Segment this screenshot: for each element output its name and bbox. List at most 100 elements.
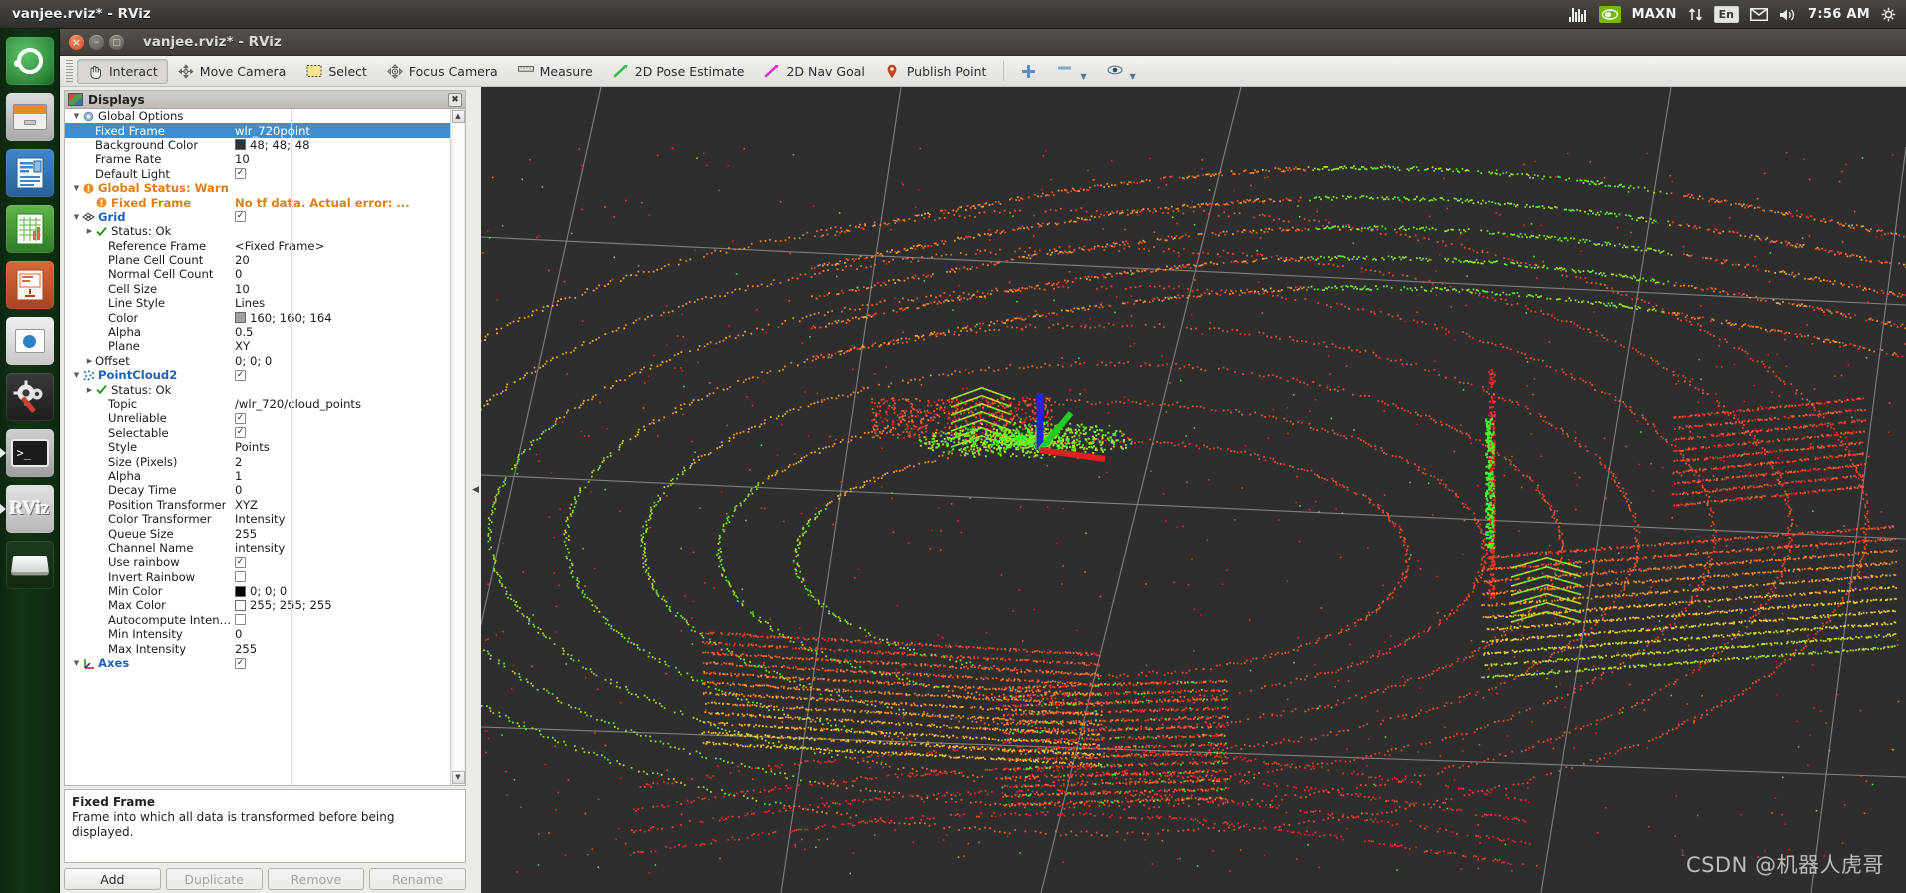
tree-row[interactable]: Frame Rate 10 (65, 152, 450, 166)
chevron-right-icon[interactable] (84, 386, 95, 394)
toolbar-drag-handle[interactable] (66, 60, 73, 82)
tree-row[interactable]: Background Color 48; 48; 48 (65, 138, 450, 152)
color-swatch[interactable] (235, 312, 246, 324)
nvidia-icon[interactable] (1598, 6, 1621, 23)
checkbox[interactable]: ✓ (235, 412, 246, 424)
tree-row-value[interactable]: 255 (235, 642, 450, 656)
checkbox[interactable]: ✓ (235, 657, 246, 669)
chevron-down-icon[interactable] (71, 213, 82, 221)
tool-measure-button[interactable]: Measure (508, 59, 603, 84)
tree-row[interactable]: Selectable ✓ (65, 426, 450, 440)
tree-row[interactable]: Topic/wlr_720/cloud_points (65, 397, 450, 411)
tree-row-value[interactable] (235, 614, 450, 626)
tool-focus-camera-button[interactable]: Focus Camera (377, 59, 508, 84)
tree-row[interactable]: Status: Ok (65, 224, 450, 238)
tree-row-value[interactable]: wlr_720point (235, 124, 450, 138)
checkbox[interactable] (235, 571, 246, 583)
tree-row[interactable]: Default Light ✓ (65, 167, 450, 181)
color-swatch[interactable] (235, 585, 246, 597)
checkbox[interactable]: ✓ (235, 556, 246, 568)
tree-row-value[interactable]: XY (235, 339, 450, 353)
chevron-down-icon[interactable] (71, 659, 82, 667)
tree-row-value[interactable]: ✓ (235, 657, 450, 669)
add-tool-button[interactable] (1011, 59, 1047, 84)
window-maximize-button[interactable] (109, 34, 124, 50)
checkbox[interactable]: ✓ (235, 211, 246, 223)
maxn-indicator[interactable]: MAXN (1632, 7, 1677, 22)
tree-row-value[interactable]: ✓ (235, 211, 450, 223)
libreoffice-writer-icon[interactable] (5, 149, 54, 197)
tree-row-value[interactable]: 0 (235, 483, 450, 497)
collapse-left-arrow-icon[interactable]: ◀ (472, 485, 479, 495)
chevron-down-icon[interactable] (71, 112, 82, 120)
tree-row[interactable]: Fixed Frame wlr_720point (65, 123, 450, 138)
tree-row[interactable]: Grid ✓ (65, 210, 450, 224)
chevron-down-icon[interactable]: ▼ (1080, 72, 1086, 83)
tree-row[interactable]: Plane XY (65, 339, 450, 353)
window-close-button[interactable] (69, 34, 84, 50)
rviz-icon[interactable]: RViz (0, 485, 54, 533)
tree-row-value[interactable]: <Fixed Frame> (235, 239, 450, 253)
window-minimize-button[interactable] (89, 34, 104, 50)
tree-row[interactable]: Min Color 0; 0; 0 (65, 584, 450, 598)
tree-row[interactable]: Axes ✓ (65, 656, 450, 670)
tree-row-value[interactable] (235, 571, 450, 583)
tool-properties-button[interactable]: ▼ (1097, 59, 1146, 84)
tree-row[interactable]: Queue Size 255 (65, 526, 450, 541)
volume-icon[interactable] (1779, 8, 1797, 22)
chevron-right-icon[interactable] (84, 227, 95, 235)
tree-row-value[interactable]: ✓ (235, 369, 450, 381)
tree-row[interactable]: Style Points (65, 440, 450, 454)
tree-row-value[interactable]: ✓ (235, 427, 450, 439)
tree-row-value[interactable]: 1 (235, 469, 450, 483)
session-menu-icon[interactable] (1881, 7, 1896, 22)
tree-row-value[interactable]: 10 (235, 282, 450, 296)
disk-icon[interactable] (5, 541, 54, 589)
chevron-right-icon[interactable] (84, 357, 95, 365)
add-display-button[interactable]: Add (64, 868, 161, 890)
displays-panel-close-button[interactable]: ✖ (448, 92, 462, 107)
rviz-3d-viewport[interactable]: 1CSDN @机器人虎哥 (481, 87, 1906, 893)
scrollbar-thumb[interactable] (452, 124, 464, 770)
tree-row[interactable]: Min Intensity 0 (65, 627, 450, 641)
tool-publish-point-button[interactable]: Publish Point (875, 59, 997, 84)
tree-row[interactable]: Plane Cell Count 20 (65, 253, 450, 267)
tree-row-value[interactable]: 255 (235, 527, 450, 541)
tree-row[interactable]: Cell Size 10 (65, 282, 450, 296)
tree-row-value[interactable]: 0 (235, 267, 450, 281)
tool-interact-button[interactable]: Interact (77, 58, 168, 84)
network-icon[interactable] (1688, 7, 1703, 22)
checkbox[interactable]: ✓ (235, 427, 246, 439)
tree-row[interactable]: Alpha 0.5 (65, 325, 450, 339)
tree-row[interactable]: Unreliable ✓ (65, 411, 450, 425)
color-swatch[interactable] (235, 599, 246, 611)
scroll-down-arrow-icon[interactable]: ▼ (451, 771, 465, 784)
tool-2d-nav-goal-button[interactable]: 2D Nav Goal (754, 59, 874, 84)
remove-tool-button[interactable]: ▼ (1047, 59, 1096, 84)
checkbox[interactable] (235, 614, 246, 626)
tree-row[interactable]: Alpha 1 (65, 469, 450, 483)
tree-row[interactable]: Global Options (65, 109, 450, 123)
clock[interactable]: 7:56 AM (1808, 7, 1870, 22)
tree-row-value[interactable]: 48; 48; 48 (235, 138, 450, 152)
tree-row-value[interactable]: ✓ (235, 556, 450, 568)
tree-row-value[interactable]: 2 (235, 455, 450, 469)
tree-row[interactable]: Fixed Frame No tf data. Actual error: ... (65, 195, 450, 210)
checkbox[interactable]: ✓ (235, 168, 246, 180)
tree-row-value[interactable]: intensity (235, 541, 450, 555)
tree-row-value[interactable]: Points (235, 440, 450, 454)
libreoffice-impress-icon[interactable] (5, 261, 54, 309)
tree-row[interactable]: Global Status: Warn (65, 181, 450, 195)
tree-row-value[interactable]: ✓ (235, 168, 450, 180)
ubuntu-dash-icon[interactable] (5, 37, 54, 85)
tree-row-value[interactable]: /wlr_720/cloud_points (235, 397, 450, 411)
libreoffice-calc-icon[interactable] (5, 205, 54, 253)
terminal-icon[interactable]: >_ (0, 429, 54, 477)
tree-row[interactable]: Normal Cell Count 0 (65, 267, 450, 281)
chevron-down-icon[interactable] (71, 184, 82, 192)
tree-row[interactable]: Status: Ok (65, 382, 450, 397)
tool-2d-pose-estimate-button[interactable]: 2D Pose Estimate (603, 59, 755, 84)
tree-row-value[interactable]: 20 (235, 253, 450, 267)
tree-row[interactable]: PointCloud2 ✓ (65, 368, 450, 382)
ubuntu-software-icon[interactable] (5, 317, 54, 365)
